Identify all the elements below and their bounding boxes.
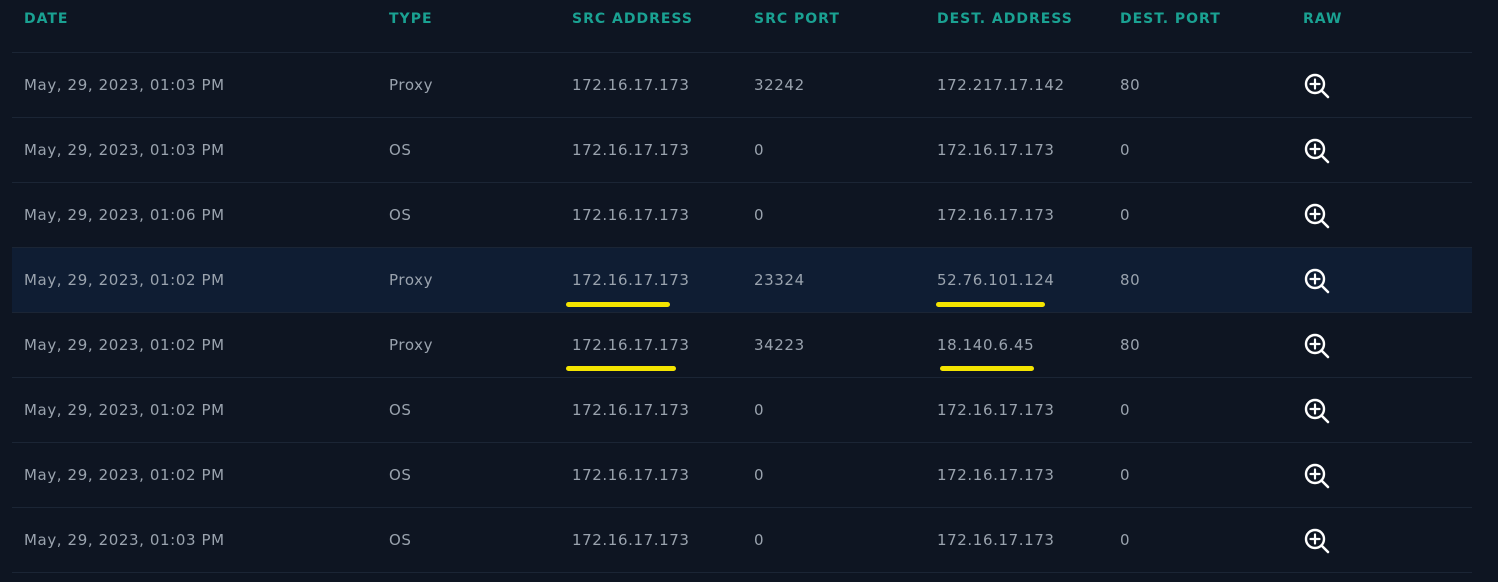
highlight-underline <box>940 366 1034 371</box>
cell-src-address: 172.16.17.173 <box>572 141 690 159</box>
cell-src-address: 172.16.17.173 <box>572 271 690 289</box>
log-table: DATE TYPE SRC ADDRESS SRC PORT DEST. ADD… <box>12 0 1472 573</box>
cell-src-port: 32242 <box>754 76 805 94</box>
cell-date: May, 29, 2023, 01:03 PM <box>24 141 225 159</box>
zoom-in-icon[interactable] <box>1303 462 1331 490</box>
cell-type: OS <box>389 531 412 549</box>
highlight-underline <box>936 302 1045 307</box>
cell-type: Proxy <box>389 336 434 354</box>
table-row: May, 29, 2023, 01:06 PM OS 172.16.17.173… <box>12 183 1472 248</box>
cell-dest-address: 172.16.17.173 <box>937 531 1055 549</box>
cell-dest-port: 80 <box>1120 336 1141 354</box>
cell-type: Proxy <box>389 271 434 289</box>
cell-dest-port: 80 <box>1120 76 1141 94</box>
cell-src-address: 172.16.17.173 <box>572 76 690 94</box>
table-row: May, 29, 2023, 01:02 PM OS 172.16.17.173… <box>12 443 1472 508</box>
cell-src-address: 172.16.17.173 <box>572 466 690 484</box>
table-row: May, 29, 2023, 01:03 PM OS 172.16.17.173… <box>12 508 1472 573</box>
cell-src-port: 0 <box>754 206 765 224</box>
cell-src-address: 172.16.17.173 <box>572 206 690 224</box>
cell-src-address: 172.16.17.173 <box>572 401 690 419</box>
cell-type: OS <box>389 206 412 224</box>
zoom-in-icon[interactable] <box>1303 267 1331 295</box>
cell-date: May, 29, 2023, 01:06 PM <box>24 206 225 224</box>
cell-type: OS <box>389 466 412 484</box>
cell-src-port: 0 <box>754 466 765 484</box>
column-header-type[interactable]: TYPE <box>389 11 433 27</box>
column-header-raw: RAW <box>1303 11 1343 27</box>
cell-type: OS <box>389 401 412 419</box>
cell-dest-address: 52.76.101.124 <box>937 271 1055 289</box>
cell-dest-port: 0 <box>1120 531 1131 549</box>
zoom-in-icon[interactable] <box>1303 527 1331 555</box>
zoom-in-icon[interactable] <box>1303 332 1331 360</box>
table-row: May, 29, 2023, 01:03 PM Proxy 172.16.17.… <box>12 53 1472 118</box>
highlight-underline <box>566 366 676 371</box>
cell-date: May, 29, 2023, 01:02 PM <box>24 401 225 419</box>
cell-src-port: 0 <box>754 141 765 159</box>
cell-src-address: 172.16.17.173 <box>572 531 690 549</box>
cell-dest-address: 172.16.17.173 <box>937 466 1055 484</box>
highlight-underline <box>566 302 670 307</box>
cell-dest-address: 172.16.17.173 <box>937 206 1055 224</box>
column-header-dest-port[interactable]: DEST. PORT <box>1120 11 1221 27</box>
cell-dest-port: 0 <box>1120 141 1131 159</box>
cell-type: OS <box>389 141 412 159</box>
cell-date: May, 29, 2023, 01:02 PM <box>24 271 225 289</box>
cell-date: May, 29, 2023, 01:03 PM <box>24 76 225 94</box>
cell-date: May, 29, 2023, 01:03 PM <box>24 531 225 549</box>
table-row: May, 29, 2023, 01:02 PM OS 172.16.17.173… <box>12 378 1472 443</box>
cell-dest-address: 172.16.17.173 <box>937 401 1055 419</box>
cell-src-port: 23324 <box>754 271 805 289</box>
table-row-highlighted: May, 29, 2023, 01:02 PM Proxy 172.16.17.… <box>12 248 1472 313</box>
cell-dest-port: 0 <box>1120 466 1131 484</box>
column-header-src-address[interactable]: SRC ADDRESS <box>572 11 693 27</box>
zoom-in-icon[interactable] <box>1303 137 1331 165</box>
cell-dest-port: 0 <box>1120 206 1131 224</box>
cell-dest-address: 18.140.6.45 <box>937 336 1035 354</box>
zoom-in-icon[interactable] <box>1303 72 1331 100</box>
cell-dest-port: 0 <box>1120 401 1131 419</box>
cell-src-port: 34223 <box>754 336 805 354</box>
zoom-in-icon[interactable] <box>1303 202 1331 230</box>
cell-dest-address: 172.217.17.142 <box>937 76 1065 94</box>
cell-dest-address: 172.16.17.173 <box>937 141 1055 159</box>
cell-src-address: 172.16.17.173 <box>572 336 690 354</box>
column-header-src-port[interactable]: SRC PORT <box>754 11 840 27</box>
cell-dest-port: 80 <box>1120 271 1141 289</box>
table-row: May, 29, 2023, 01:02 PM Proxy 172.16.17.… <box>12 313 1472 378</box>
cell-date: May, 29, 2023, 01:02 PM <box>24 336 225 354</box>
cell-date: May, 29, 2023, 01:02 PM <box>24 466 225 484</box>
column-header-dest-address[interactable]: DEST. ADDRESS <box>937 11 1073 27</box>
table-row: May, 29, 2023, 01:03 PM OS 172.16.17.173… <box>12 118 1472 183</box>
cell-src-port: 0 <box>754 531 765 549</box>
cell-type: Proxy <box>389 76 434 94</box>
column-header-date[interactable]: DATE <box>24 11 68 27</box>
zoom-in-icon[interactable] <box>1303 397 1331 425</box>
table-header: DATE TYPE SRC ADDRESS SRC PORT DEST. ADD… <box>12 0 1472 53</box>
cell-src-port: 0 <box>754 401 765 419</box>
